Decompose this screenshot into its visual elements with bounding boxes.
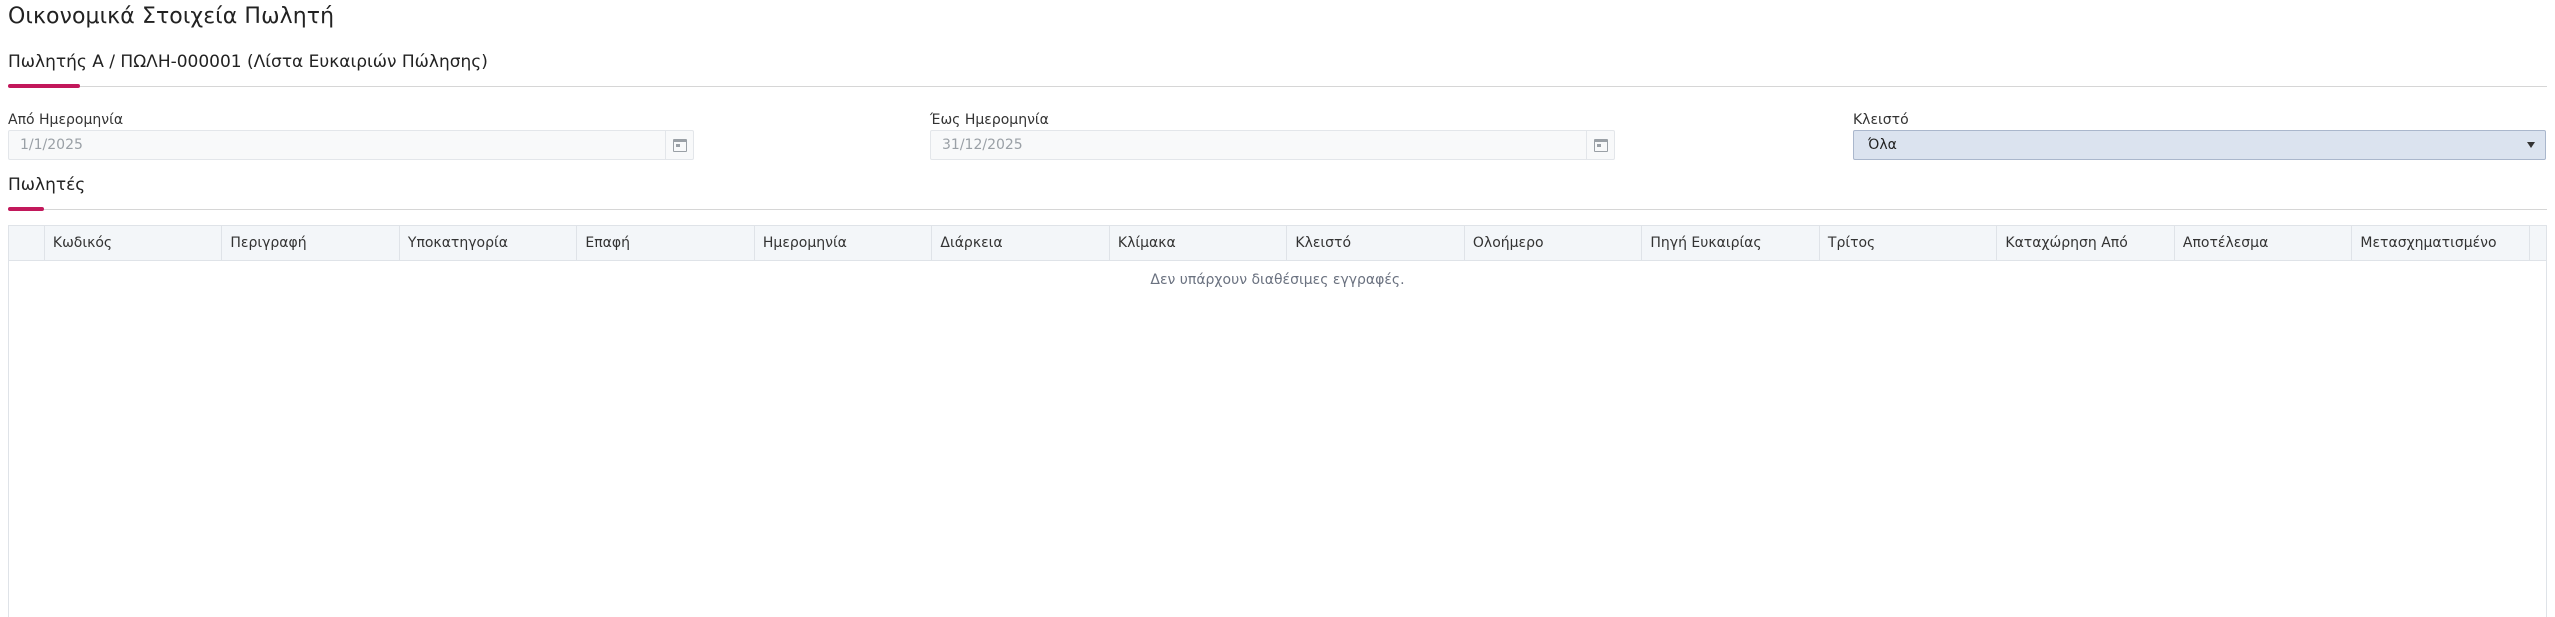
to-date-value: 31/12/2025 (942, 137, 1023, 153)
column-header-all-day[interactable]: Ολοήμερο (1465, 226, 1643, 261)
column-header-closed[interactable]: Κλειστό (1287, 226, 1465, 261)
column-header-result[interactable]: Αποτέλεσμα (2175, 226, 2353, 261)
column-header-subcategory[interactable]: Υποκατηγορία (400, 226, 578, 261)
column-header-duration[interactable]: Διάρκεια (932, 226, 1110, 261)
column-header-opportunity-source[interactable]: Πηγή Ευκαιρίας (1642, 226, 1820, 261)
calendar-icon[interactable] (665, 131, 693, 159)
section-divider (8, 86, 2547, 87)
to-date-label: Έως Ημερομηνία (930, 112, 1049, 128)
column-header-transformed[interactable]: Μετασχηματισμένο (2352, 226, 2530, 261)
section-accent (8, 207, 44, 211)
chevron-down-icon (2527, 142, 2535, 148)
from-date-label: Από Ημερομηνία (8, 112, 124, 128)
closed-select[interactable]: Όλα (1853, 130, 2546, 160)
row-select-header[interactable] (9, 226, 45, 261)
closed-label: Κλειστό (1853, 112, 1909, 128)
page-title: Οικονομικά Στοιχεία Πωλητή (8, 4, 335, 29)
section-accent (8, 84, 80, 88)
grid-header-row: Κωδικός Περιγραφή Υποκατηγορία Επαφή Ημε… (9, 226, 2546, 261)
to-date-input[interactable]: 31/12/2025 (930, 130, 1615, 160)
column-header-date[interactable]: Ημερομηνία (755, 226, 933, 261)
from-date-value: 1/1/2025 (20, 137, 83, 153)
column-header-code[interactable]: Κωδικός (45, 226, 223, 261)
section-title-salespeople: Πωλητές (8, 175, 86, 195)
column-header-third-party[interactable]: Τρίτος (1820, 226, 1998, 261)
column-header-entered-by[interactable]: Καταχώρηση Από (1997, 226, 2175, 261)
data-grid: Κωδικός Περιγραφή Υποκατηγορία Επαφή Ημε… (8, 225, 2547, 617)
column-header-scale[interactable]: Κλίμακα (1110, 226, 1288, 261)
section-divider (8, 209, 2547, 210)
grid-empty-message: Δεν υπάρχουν διαθέσιμες εγγραφές. (1150, 272, 1405, 288)
column-header-contact[interactable]: Επαφή (577, 226, 755, 261)
closed-select-value: Όλα (1868, 137, 1897, 153)
section-title-salesperson: Πωλητής Α / ΠΩΛΗ-000001 (Λίστα Ευκαιριών… (8, 52, 488, 72)
grid-header-spacer (2530, 226, 2546, 261)
column-header-description[interactable]: Περιγραφή (222, 226, 400, 261)
from-date-input[interactable]: 1/1/2025 (8, 130, 694, 160)
calendar-icon[interactable] (1586, 131, 1614, 159)
